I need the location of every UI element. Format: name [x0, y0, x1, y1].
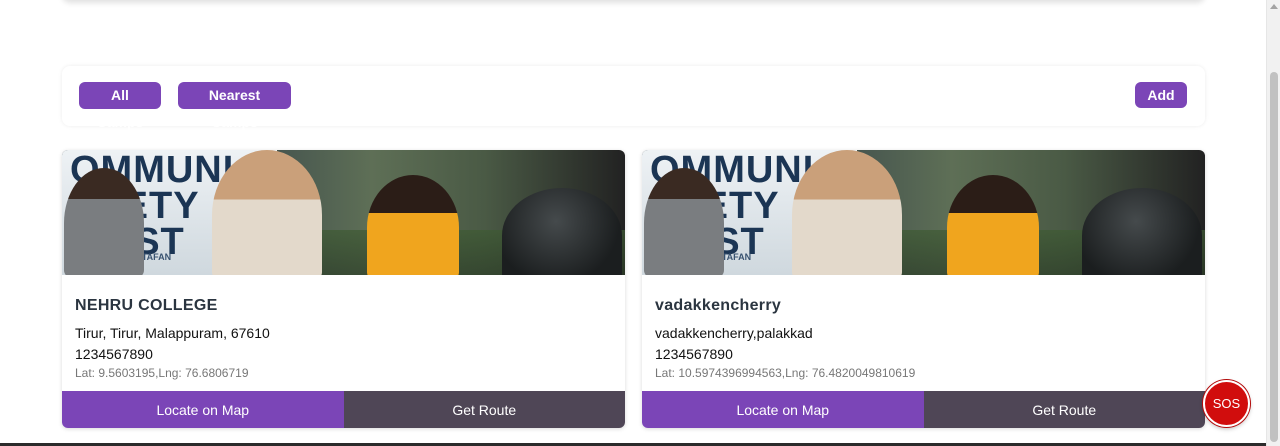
- nearest-camps-button[interactable]: Nearest Camps: [178, 82, 291, 130]
- add-camp-button[interactable]: Add +: [1135, 82, 1187, 129]
- page: All Camps Nearest Camps Add + OMMUNI AFE…: [0, 0, 1280, 446]
- person-figure: [792, 150, 902, 275]
- person-figure: [212, 150, 322, 275]
- person-figure: [502, 188, 622, 275]
- camp-card-actions: Locate on Map Get Route: [62, 391, 625, 428]
- get-route-button[interactable]: Get Route: [923, 391, 1205, 428]
- camp-coordinates: Lat: 10.5974396994563,Lng: 76.4820049810…: [655, 366, 916, 380]
- camp-phone: 1234567890: [655, 346, 733, 362]
- camp-coordinates: Lat: 9.5603195,Lng: 76.6806719: [75, 366, 249, 380]
- all-camps-button[interactable]: All Camps: [79, 82, 161, 130]
- camp-address: Tirur, Tirur, Malappuram, 67610: [75, 325, 270, 341]
- person-figure: [64, 168, 144, 275]
- sos-button[interactable]: SOS: [1203, 380, 1250, 427]
- locate-on-map-button[interactable]: Locate on Map: [62, 391, 344, 428]
- camp-phone: 1234567890: [75, 346, 153, 362]
- person-figure: [644, 168, 724, 275]
- filter-bar: All Camps Nearest Camps Add +: [62, 66, 1205, 130]
- camp-card: OMMUNI AFETY FIRST IMUNIY STAFAN vadakke…: [642, 150, 1205, 428]
- camp-card-body: vadakkencherry vadakkencherry,palakkad 1…: [642, 275, 1205, 380]
- camp-name: vadakkencherry: [655, 297, 782, 314]
- camp-card-actions: Locate on Map Get Route: [642, 391, 1205, 428]
- person-figure: [367, 175, 459, 275]
- camp-card: OMMUNI AFETY FIRST IMUNIY STAFAN NEHRU C…: [62, 150, 625, 428]
- page-scrollbar[interactable]: [1266, 0, 1280, 446]
- camp-address: vadakkencherry,palakkad: [655, 325, 813, 341]
- camp-name: NEHRU COLLEGE: [75, 297, 218, 314]
- scroll-up-arrow-icon[interactable]: [1270, 4, 1278, 9]
- person-figure: [947, 175, 1039, 275]
- camp-card-body: NEHRU COLLEGE Tirur, Tirur, Malappuram, …: [62, 275, 625, 380]
- person-figure: [1082, 188, 1202, 275]
- locate-on-map-button[interactable]: Locate on Map: [642, 391, 924, 428]
- get-route-button[interactable]: Get Route: [343, 391, 625, 428]
- camp-image: OMMUNI AFETY FIRST IMUNIY STAFAN: [62, 150, 625, 275]
- scrollbar-thumb[interactable]: [1270, 72, 1278, 442]
- camp-image: OMMUNI AFETY FIRST IMUNIY STAFAN: [642, 150, 1205, 275]
